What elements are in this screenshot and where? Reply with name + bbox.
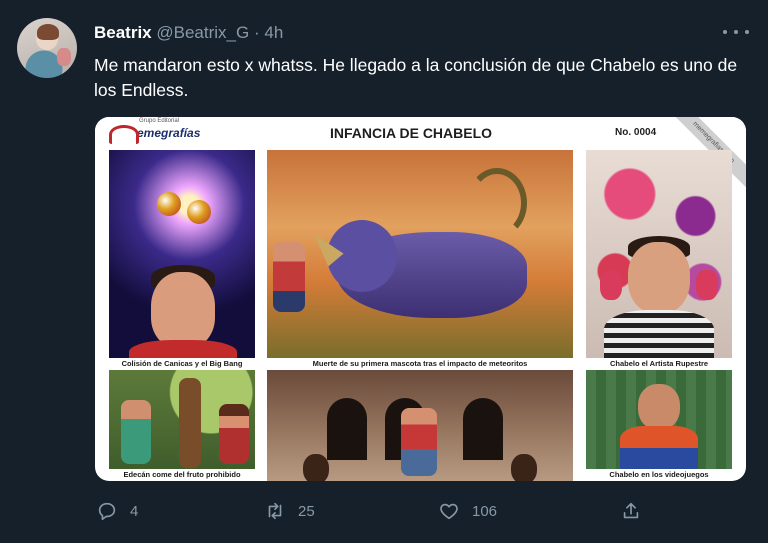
- more-icon[interactable]: [723, 22, 749, 42]
- tree: [179, 378, 201, 468]
- panel-caption: Chabelo el Artista Rupestre: [586, 358, 732, 370]
- like-button[interactable]: 106: [438, 500, 497, 522]
- marble-icon: [157, 192, 181, 216]
- card-number: No. 0004: [615, 127, 657, 138]
- retweet-count: 25: [298, 502, 315, 520]
- tweet-actions: 4 25 106: [0, 500, 768, 528]
- audience-head: [303, 454, 329, 481]
- panel-cave-artist: Chabelo el Artista Rupestre: [586, 150, 732, 370]
- panel-caption: Muerte de su primera mascota tras el imp…: [267, 358, 573, 370]
- tweet[interactable]: Beatrix @Beatrix_G · 4h Me mandaron esto…: [0, 0, 768, 543]
- figure-woman: [219, 404, 249, 464]
- retweet-button[interactable]: 25: [264, 500, 315, 522]
- figure-face: [628, 242, 690, 314]
- tweet-media-image[interactable]: Grupo Editorial emegrafías INFANCIA DE C…: [95, 117, 746, 481]
- audience-head: [511, 454, 537, 481]
- panel-videogames: Chabelo en los videojuegos: [586, 370, 732, 481]
- reply-count: 4: [130, 502, 139, 520]
- panel-forbidden-fruit: Edecán come del fruto prohibido: [109, 370, 255, 481]
- timestamp[interactable]: 4h: [264, 23, 283, 42]
- panel-caption: Edecán come del fruto prohibido: [109, 469, 255, 481]
- panel-first-pet: Muerte de su primera mascota tras el imp…: [267, 150, 573, 370]
- card-title: INFANCIA DE CHABELO: [330, 125, 493, 141]
- figure-body: [620, 426, 698, 470]
- like-count: 106: [472, 502, 498, 520]
- logo-small-text: Grupo Editorial: [139, 118, 180, 124]
- avatar-hair: [37, 24, 59, 40]
- figure-man: [401, 408, 437, 476]
- figure-face: [151, 272, 215, 348]
- panel-caption: Chabelo en los videojuegos: [586, 469, 732, 481]
- painted-hand-icon: [696, 270, 718, 300]
- display-name[interactable]: Beatrix: [94, 23, 152, 42]
- avatar-toy: [57, 48, 71, 66]
- figure-man: [273, 242, 305, 312]
- panel-big-bang: Colisión de Canicas y el Big Bang: [109, 150, 255, 370]
- card-header: Grupo Editorial emegrafías INFANCIA DE C…: [95, 117, 746, 149]
- cave-opening: [463, 398, 503, 460]
- cave-opening: [327, 398, 367, 460]
- figure-man: [121, 400, 151, 464]
- panel-caption: Colisión de Canicas y el Big Bang: [109, 358, 255, 370]
- reply-button[interactable]: 4: [96, 500, 138, 522]
- reply-icon: [98, 502, 116, 521]
- panel-cave-stage: [267, 370, 573, 481]
- dino-neck: [467, 168, 527, 238]
- avatar[interactable]: [17, 18, 77, 78]
- logo-text: emegrafías: [137, 126, 201, 140]
- share-button[interactable]: [620, 500, 642, 522]
- publisher-logo: Grupo Editorial emegrafías: [109, 118, 201, 144]
- painted-hand-icon: [600, 270, 622, 300]
- figure-face: [638, 384, 680, 430]
- tweet-header: Beatrix @Beatrix_G · 4h: [94, 23, 283, 43]
- share-icon: [623, 502, 639, 519]
- heart-icon: [440, 503, 458, 520]
- tweet-text: Me mandaron esto x whatss. He llegado a …: [94, 55, 738, 100]
- logo-m-icon: [109, 123, 139, 144]
- user-handle[interactable]: @Beatrix_G: [156, 23, 249, 42]
- retweet-icon: [268, 502, 282, 520]
- figure-shirt: [604, 310, 714, 358]
- marble-icon: [187, 200, 211, 224]
- separator-dot: ·: [253, 23, 260, 42]
